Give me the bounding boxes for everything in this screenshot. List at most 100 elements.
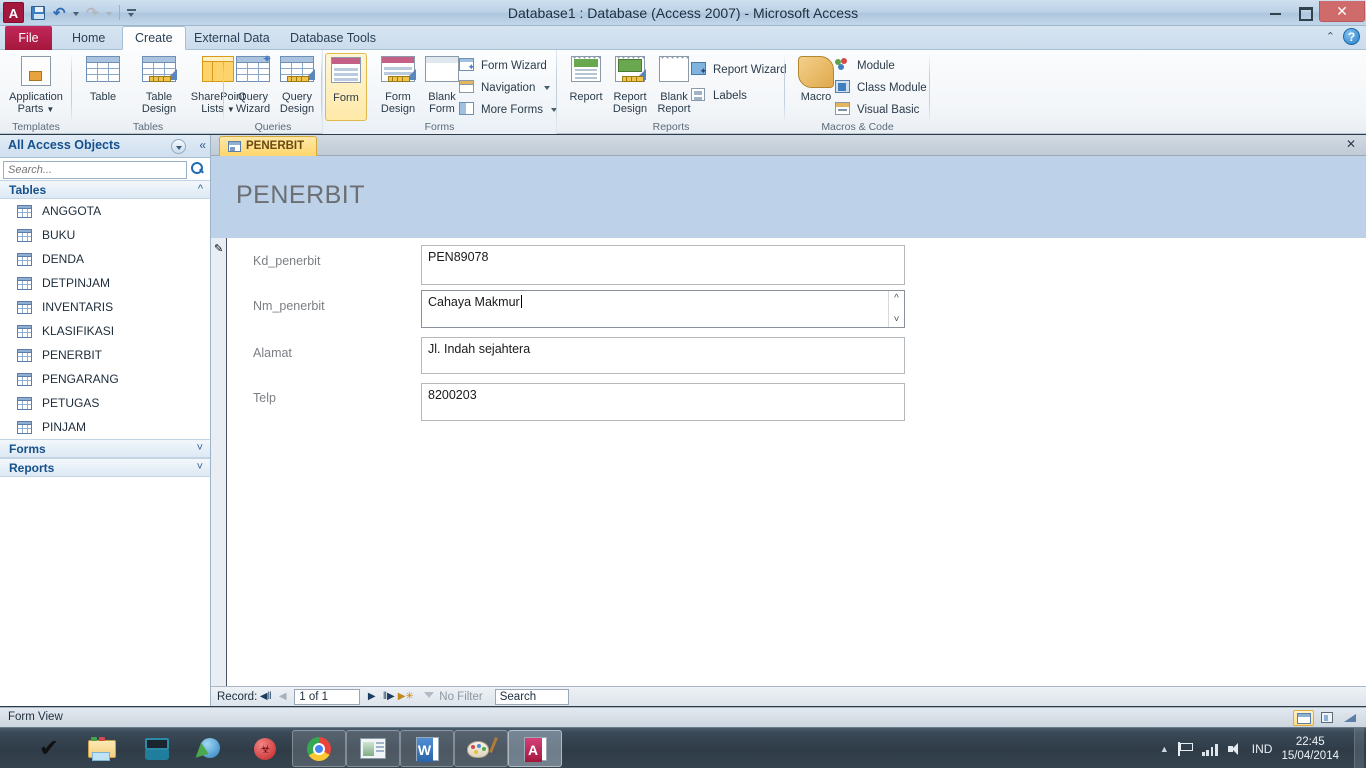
more-forms-icon bbox=[459, 102, 476, 119]
document-tab-penerbit[interactable]: PENERBIT bbox=[219, 136, 318, 156]
scroll-down-icon[interactable]: ˅ bbox=[889, 313, 904, 326]
volume-icon[interactable] bbox=[1227, 742, 1243, 756]
group-label-tables: Tables bbox=[132, 121, 164, 133]
tab-home[interactable]: Home bbox=[60, 26, 117, 50]
close-button[interactable] bbox=[1319, 1, 1365, 22]
show-desktop-button[interactable] bbox=[1354, 728, 1364, 768]
ribbon-tab-bar: File Home Create External Data Database … bbox=[0, 26, 1366, 50]
class-module-button[interactable]: Class Module bbox=[833, 78, 927, 99]
taskbar-paint-icon[interactable] bbox=[454, 730, 508, 767]
nav-item-pengarang[interactable]: PENGARANG bbox=[0, 367, 210, 391]
nav-item-penerbit[interactable]: PENERBIT bbox=[0, 343, 210, 367]
field-label-kd-penerbit: Kd_penerbit bbox=[253, 254, 321, 268]
restore-button[interactable] bbox=[1290, 1, 1319, 22]
nav-group-forms-label: Forms bbox=[9, 442, 46, 456]
field-input-nm-penerbit[interactable]: Cahaya Makmur ^ ˅ bbox=[421, 290, 905, 328]
nav-item-klasifikasi[interactable]: KLASIFIKASI bbox=[0, 319, 210, 343]
form-wizard-button[interactable]: ✦ Form Wizard bbox=[457, 56, 547, 77]
field-input-alamat[interactable]: Jl. Indah sejahtera bbox=[421, 337, 905, 374]
nav-item-detpinjam[interactable]: DETPINJAM bbox=[0, 271, 210, 295]
ribbon-group-tables: Table Table Design SharePoint Lists ▼ Tabl… bbox=[72, 50, 245, 134]
filter-status[interactable]: No Filter bbox=[424, 691, 483, 703]
taskbar-checkmark-icon[interactable]: ✔ bbox=[22, 730, 76, 767]
record-position-input[interactable]: 1 of 1 bbox=[294, 688, 361, 705]
new-record-button[interactable]: ▶✳ bbox=[397, 688, 414, 705]
layout-view-button[interactable] bbox=[1317, 710, 1338, 726]
record-navigator-label: Record: bbox=[217, 690, 258, 703]
scroll-up-icon[interactable]: ^ bbox=[889, 292, 904, 305]
taskbar-microsoft-word-icon[interactable]: W bbox=[400, 730, 454, 767]
field-scrollbar[interactable]: ^ ˅ bbox=[888, 291, 904, 327]
taskbar-microsoft-access-icon[interactable]: A bbox=[508, 730, 562, 767]
table-button[interactable]: Table bbox=[74, 53, 132, 121]
taskbar-google-chrome-icon[interactable] bbox=[292, 730, 346, 767]
ribbon-group-templates: Application Parts ▼ Templates bbox=[0, 50, 72, 134]
help-button[interactable]: ? bbox=[1343, 28, 1360, 45]
clock[interactable]: 22:45 15/04/2014 bbox=[1281, 735, 1339, 763]
network-signal-icon[interactable] bbox=[1201, 742, 1218, 756]
nav-item-label: PENERBIT bbox=[42, 348, 103, 362]
nav-group-tables[interactable]: Tables ^ bbox=[0, 180, 210, 199]
design-view-button[interactable] bbox=[1341, 710, 1362, 726]
module-button[interactable]: Module bbox=[833, 56, 895, 77]
nav-group-reports[interactable]: Reports ˅ bbox=[0, 458, 210, 477]
table-design-button[interactable]: Table Design bbox=[130, 53, 188, 121]
form-button[interactable]: Form bbox=[325, 53, 367, 121]
nav-group-forms[interactable]: Forms ˅ bbox=[0, 439, 210, 458]
tab-create[interactable]: Create bbox=[122, 26, 186, 50]
taskbar-antivirus-icon[interactable]: ☣ bbox=[238, 730, 292, 767]
field-input-kd-penerbit[interactable]: PEN89078 bbox=[421, 245, 905, 285]
search-icon[interactable] bbox=[190, 161, 205, 176]
tab-external-data[interactable]: External Data bbox=[182, 26, 282, 50]
table-design-icon bbox=[142, 56, 177, 82]
close-document-button[interactable]: ✕ bbox=[1342, 137, 1360, 153]
table-icon bbox=[17, 252, 32, 266]
action-center-flag-icon[interactable] bbox=[1177, 741, 1193, 756]
table-icon bbox=[17, 372, 32, 386]
taskbar-presentation-icon[interactable] bbox=[346, 730, 400, 767]
more-forms-button[interactable]: More Forms bbox=[457, 100, 557, 121]
nav-item-buku[interactable]: BUKU bbox=[0, 223, 210, 247]
field-input-telp[interactable]: 8200203 bbox=[421, 383, 905, 421]
previous-record-button[interactable]: ◀ bbox=[274, 688, 291, 705]
table-design-label: Table Design bbox=[141, 91, 177, 115]
language-indicator[interactable]: IND bbox=[1252, 742, 1273, 756]
last-record-button[interactable]: ‖▶ bbox=[380, 688, 397, 705]
table-icon bbox=[17, 204, 32, 218]
nav-item-petugas[interactable]: PETUGAS bbox=[0, 391, 210, 415]
nav-item-inventaris[interactable]: INVENTARIS bbox=[0, 295, 210, 319]
form-view-button[interactable] bbox=[1293, 710, 1314, 726]
collapse-navigation-pane-icon[interactable]: « bbox=[199, 138, 206, 152]
taskbar-folder-explorer-icon[interactable] bbox=[76, 730, 130, 767]
nav-item-anggota[interactable]: ANGGOTA bbox=[0, 199, 210, 223]
collapse-ribbon-icon[interactable]: ⌃ bbox=[1326, 30, 1335, 43]
next-record-button[interactable]: ▶ bbox=[363, 688, 380, 705]
labels-button[interactable]: Labels bbox=[689, 86, 747, 107]
nav-item-pinjam[interactable]: PINJAM bbox=[0, 415, 210, 439]
minimize-button[interactable] bbox=[1261, 1, 1290, 22]
first-record-button[interactable]: ◀‖ bbox=[257, 688, 274, 705]
chevron-down-icon[interactable]: ˅ bbox=[197, 442, 203, 454]
navigation-button[interactable]: Navigation bbox=[457, 78, 550, 99]
tab-file[interactable]: File bbox=[5, 26, 52, 50]
taskbar-internet-download-manager-icon[interactable] bbox=[184, 730, 238, 767]
search-input[interactable] bbox=[3, 161, 187, 179]
record-search-input[interactable]: Search bbox=[494, 688, 569, 705]
navigation-pane-dropdown-icon[interactable] bbox=[171, 139, 186, 154]
record-selector[interactable]: ✎ bbox=[211, 238, 227, 706]
query-design-button[interactable]: Query Design bbox=[268, 53, 326, 121]
chevron-down-icon[interactable]: ˅ bbox=[197, 461, 203, 473]
report-wizard-button[interactable]: ✦ Report Wizard bbox=[689, 60, 787, 81]
show-hidden-icons-icon[interactable]: ▲ bbox=[1160, 744, 1169, 754]
table-icon bbox=[17, 396, 32, 410]
table-icon bbox=[17, 348, 32, 362]
chevron-up-icon[interactable]: ^ bbox=[198, 183, 203, 195]
visual-basic-button[interactable]: Visual Basic bbox=[833, 100, 919, 121]
nav-item-denda[interactable]: DENDA bbox=[0, 247, 210, 271]
field-label-alamat: Alamat bbox=[253, 346, 292, 360]
application-parts-button[interactable]: Application Parts ▼ bbox=[7, 53, 65, 121]
document-tab-label: PENERBIT bbox=[246, 140, 305, 152]
taskbar-device-emulator-icon[interactable] bbox=[130, 730, 184, 767]
ribbon: Application Parts ▼ Templates Table Tabl… bbox=[0, 50, 1366, 134]
tab-database-tools[interactable]: Database Tools bbox=[278, 26, 388, 50]
